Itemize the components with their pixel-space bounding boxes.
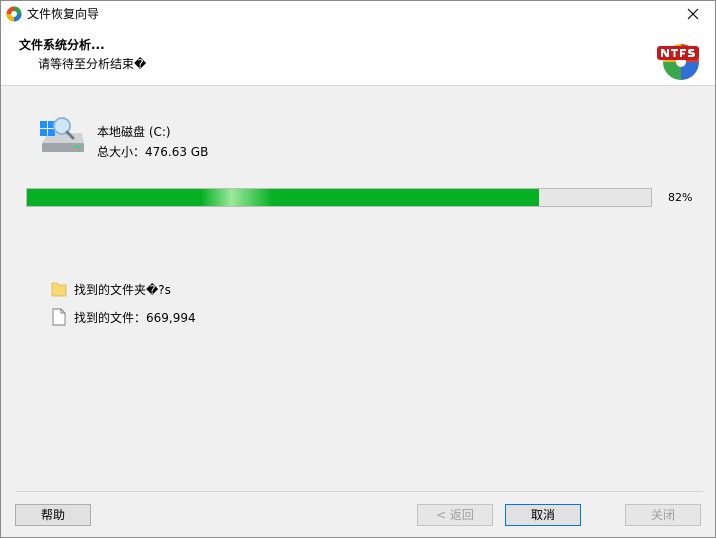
ntfs-logo-icon: [657, 44, 699, 80]
progress-bar: [26, 188, 652, 207]
wizard-window: 文件恢复向导 文件系统分析... 请等待至分析结束� 本地磁盘 (C:) 总大小…: [0, 0, 716, 538]
progress-percent: 82%: [668, 191, 693, 204]
found-files-label: 找到的文件：669,994: [74, 310, 196, 325]
found-files-row: 找到的文件：669,994: [51, 308, 196, 326]
title-bar: 文件恢复向导: [1, 1, 715, 27]
progress-fill: [27, 189, 539, 206]
window-close-button[interactable]: [671, 1, 715, 27]
header-title: 文件系统分析...: [19, 38, 105, 52]
drive-size: 总大小：476.63 GB: [97, 145, 209, 159]
close-button[interactable]: 关闭: [625, 504, 701, 526]
found-folders-row: 找到的文件夹�?s: [51, 280, 171, 298]
help-button[interactable]: 帮助: [15, 504, 91, 526]
drive-icon: [40, 117, 84, 152]
window-title: 文件恢复向导: [27, 7, 100, 21]
footer-divider: [15, 491, 703, 492]
found-folders-label: 找到的文件夹�?s: [74, 282, 171, 297]
back-button[interactable]: < 返回: [417, 504, 493, 526]
cancel-button[interactable]: 取消: [505, 504, 581, 526]
close-icon: [687, 8, 699, 20]
header-subtitle: 请等待至分析结束�: [38, 57, 147, 71]
app-icon: [6, 6, 22, 22]
file-icon: [52, 308, 66, 326]
folder-icon: [51, 282, 67, 297]
drive-name: 本地磁盘 (C:): [97, 125, 171, 139]
wizard-header: 文件系统分析... 请等待至分析结束�: [1, 27, 715, 86]
